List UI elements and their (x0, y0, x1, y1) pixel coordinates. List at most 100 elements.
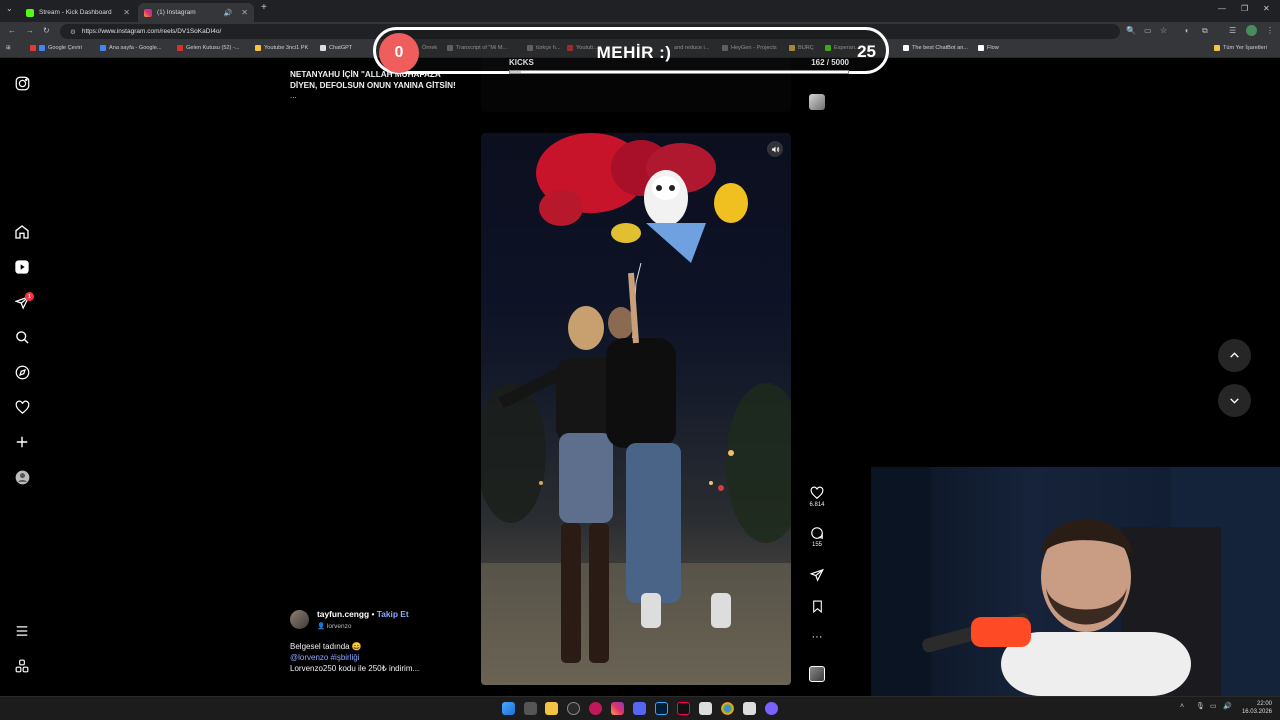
site-info-icon[interactable]: ⚙ (70, 28, 76, 36)
share-action[interactable] (805, 568, 829, 582)
discord-icon[interactable] (633, 702, 646, 715)
windows-start-icon[interactable] (502, 702, 515, 715)
tray-chevron-icon[interactable]: ˄ (1180, 703, 1184, 710)
bookmark-chatbot[interactable]: The best ChatBot an... (903, 45, 968, 51)
new-tab-button[interactable]: + (261, 2, 267, 13)
tab-instagram[interactable]: (1) Instagram 🔊 ✕ (138, 3, 254, 22)
network-icon[interactable]: ▭ (1210, 702, 1217, 710)
caption-hashtag[interactable]: #işbirliği (331, 653, 360, 662)
comment-action[interactable]: 155 (805, 526, 829, 548)
previous-reel-button[interactable] (1218, 339, 1251, 372)
profile-icon[interactable] (13, 468, 31, 486)
back-icon[interactable]: ← (8, 26, 16, 35)
author-avatar[interactable] (290, 610, 309, 629)
kick-progress-text: 162 / 5000 (811, 58, 849, 67)
google-icon (100, 45, 106, 51)
restore-button[interactable]: ❐ (1241, 4, 1248, 13)
comment-icon[interactable] (810, 526, 824, 540)
bookmark-flow[interactable]: Flow (978, 45, 999, 51)
also-from-meta-icon[interactable] (13, 657, 31, 675)
app-icon[interactable] (699, 702, 712, 715)
reel-video[interactable] (481, 133, 791, 685)
audio-playing-icon[interactable]: 🔊 (224, 9, 233, 17)
bookmark-label: Youtube 3nci1 PK (264, 45, 309, 51)
menu-icon[interactable] (13, 622, 31, 640)
tab-title: Stream - Kick Dashboard (39, 9, 112, 16)
app-icon-3[interactable] (765, 702, 778, 715)
save-action[interactable] (805, 600, 829, 613)
reels-icon[interactable] (13, 258, 31, 276)
author-username[interactable]: tayfun.cengg (317, 609, 369, 619)
next-reel-button[interactable] (1218, 384, 1251, 417)
chrome-icon[interactable] (721, 702, 734, 715)
webcam-feed (871, 467, 1280, 696)
volume-icon[interactable]: 🔊 (1223, 702, 1232, 710)
extensions-icon[interactable]: ⧉ (1202, 26, 1208, 36)
minimize-button[interactable]: — (1218, 4, 1226, 13)
share-icon[interactable] (810, 568, 824, 582)
create-icon[interactable] (13, 433, 31, 451)
like-action[interactable]: 6.814 (805, 486, 829, 508)
bookmark-chatgpt[interactable]: ChatGPT (320, 45, 352, 51)
more-options-icon[interactable]: ··· (805, 631, 829, 643)
bookmark-google-translate[interactable]: Google Çeviri (30, 45, 82, 51)
profile-avatar-icon[interactable] (1246, 25, 1257, 36)
reload-icon[interactable]: ↻ (43, 26, 50, 35)
tab-kick-dashboard[interactable]: Stream - Kick Dashboard ✕ (20, 3, 136, 22)
cast-icon[interactable]: ▭ (1144, 26, 1152, 35)
browser-tab-bar: ⌄ Stream - Kick Dashboard ✕ (1) Instagra… (0, 0, 1280, 22)
bookmark-youtube-folder[interactable]: Youtube 3nci1 PK (255, 45, 308, 51)
photoshop-icon[interactable] (655, 702, 668, 715)
kick-favicon-icon (26, 8, 34, 17)
audio-toggle-icon[interactable] (767, 141, 783, 157)
previous-audio-thumbnail[interactable] (809, 94, 825, 110)
clock-time: 22:00 (1256, 701, 1272, 707)
file-explorer-icon[interactable] (545, 702, 558, 715)
bookmark-star-icon[interactable]: ☆ (1160, 26, 1167, 35)
flow-icon (978, 45, 984, 51)
forward-icon[interactable]: → (26, 26, 34, 35)
app-icon-2[interactable] (743, 702, 756, 715)
audio-icon[interactable]: ◖ (1184, 26, 1189, 35)
close-tab-icon[interactable]: ✕ (241, 8, 248, 17)
follow-button[interactable]: Takip Et (377, 609, 409, 619)
chevron-down-icon (1230, 398, 1239, 404)
mic-icon[interactable]: 🎙 (1196, 702, 1205, 710)
close-window-button[interactable]: ✕ (1263, 4, 1270, 13)
audio-attribution[interactable]: 👤 lorvenzo (317, 622, 351, 630)
kick-label: KICKS (509, 58, 534, 67)
task-view-icon[interactable] (524, 702, 537, 715)
bookmark-label: Tüm Yer İşaretleri (1223, 45, 1267, 51)
explore-icon[interactable] (13, 363, 31, 381)
like-heart-icon[interactable] (810, 486, 824, 500)
zoom-icon[interactable]: 🔍 (1126, 26, 1136, 35)
bookmark-label: Gelen Kutusu (52) -... (186, 45, 240, 51)
bookmark-all[interactable]: Tüm Yer İşaretleri (1214, 45, 1267, 51)
reel-caption: Belgesel tadında 😄 @lorvenzo #işbirliği … (290, 641, 460, 674)
search-icon[interactable] (13, 328, 31, 346)
previous-post-more[interactable]: ... (290, 91, 297, 100)
bookmark-google-home[interactable]: Ana sayfa - Google... (100, 45, 162, 51)
caption-line-3[interactable]: Lorvenzo250 kodu ile 250₺ indirim... (290, 663, 460, 674)
instagram-logo-icon[interactable] (13, 74, 31, 92)
tab-search-icon[interactable]: ⌄ (6, 4, 13, 13)
instagram-app-icon[interactable] (611, 702, 624, 715)
heart-icon[interactable] (13, 398, 31, 416)
bookmark-gmail[interactable]: Gelen Kutusu (52) -... (177, 45, 239, 51)
opera-icon[interactable] (589, 702, 602, 715)
audio-thumbnail[interactable] (805, 666, 829, 682)
instagram-favicon-icon (144, 8, 152, 17)
bookmark-label: ChatGPT (329, 45, 353, 51)
sidebar-icon[interactable]: ☰ (1229, 26, 1236, 35)
close-tab-icon[interactable]: ✕ (123, 8, 130, 17)
windows-taskbar: ˄ 🎙 ▭ 🔊 22:00 16.03.2026 (0, 696, 1280, 720)
system-clock[interactable]: 22:00 16.03.2026 (1242, 700, 1272, 716)
browser-menu-icon[interactable]: ⋮ (1266, 26, 1274, 35)
bookmark-icon[interactable] (811, 600, 824, 613)
caption-mention[interactable]: @lorvenzo (290, 653, 328, 662)
bookmark-label: Ana sayfa - Google... (109, 45, 162, 51)
obs-icon[interactable] (567, 702, 580, 715)
tiktok-icon[interactable] (677, 702, 690, 715)
apps-icon[interactable]: ⊞ (6, 45, 11, 51)
home-icon[interactable] (13, 223, 31, 241)
